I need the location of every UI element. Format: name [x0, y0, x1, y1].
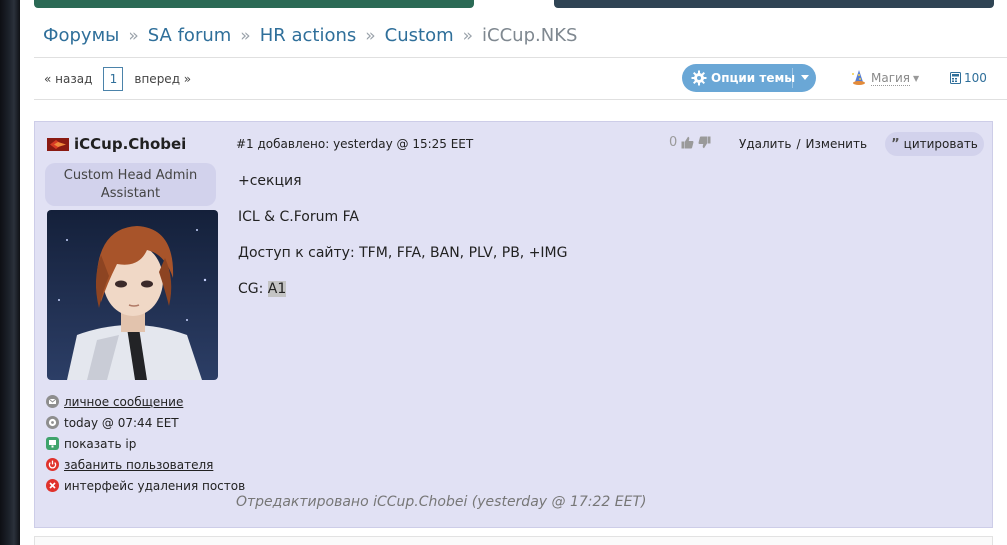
calculator-icon	[950, 72, 961, 84]
post-count[interactable]: 100	[950, 71, 987, 85]
pagination: « назад 1 вперед »	[44, 67, 191, 91]
private-message-label: личное сообщение	[64, 394, 184, 409]
top-button-slate[interactable]	[554, 0, 994, 8]
next-page-link[interactable]: вперед »	[134, 72, 191, 86]
quote-button[interactable]: ” цитировать	[885, 132, 984, 156]
ban-user-label: забанить пользователя	[64, 457, 214, 472]
post-votes: 0	[669, 135, 711, 150]
user-links: личное сообщение today @ 07:44 EET показ…	[46, 391, 245, 496]
delete-posts-link[interactable]: интерфейс удаления постов	[46, 475, 245, 496]
avatar	[47, 210, 218, 380]
ban-user-link[interactable]: забанить пользователя	[46, 454, 245, 475]
action-separator: /	[796, 137, 801, 151]
post-count-value: 100	[964, 71, 987, 85]
breadcrumb-separator: »	[462, 26, 474, 46]
button-divider	[792, 68, 793, 88]
breadcrumb-separator: »	[240, 26, 251, 46]
edit-post-link[interactable]: Изменить	[806, 137, 868, 151]
thumbs-up-icon[interactable]	[681, 136, 694, 149]
gear-icon	[691, 70, 707, 86]
post-line: +секция	[238, 173, 302, 189]
thumbs-down-icon[interactable]	[698, 136, 711, 149]
prev-page-link[interactable]: « назад	[44, 72, 92, 86]
breadcrumb-separator: »	[128, 26, 139, 46]
show-ip-label: показать ip	[64, 436, 137, 451]
post-line: Доступ к сайту: TFM, FFA, BAN, PLV, PB, …	[238, 245, 568, 261]
user-role-badge: Custom Head Admin Assistant	[45, 163, 216, 206]
private-message-link[interactable]: личное сообщение	[46, 391, 245, 412]
post-line: ICL & C.Forum FA	[238, 209, 359, 225]
breadcrumb-sa-forum[interactable]: SA forum	[148, 25, 232, 46]
page-number[interactable]: 1	[103, 67, 124, 91]
post-author: iCCup.Chobei	[47, 135, 186, 153]
breadcrumb-hr-actions[interactable]: HR actions	[260, 25, 357, 46]
post: iCCup.Chobei Custom Head Admin Assistant	[34, 121, 993, 528]
breadcrumb-custom[interactable]: Custom	[385, 25, 454, 46]
breadcrumb-forums[interactable]: Форумы	[43, 25, 119, 46]
post-line-prefix: CG:	[238, 281, 268, 297]
thread-options-label: Опции темы	[711, 71, 796, 85]
divider	[34, 57, 1007, 58]
divider	[34, 99, 1007, 100]
wizard-icon	[852, 70, 865, 85]
magic-menu[interactable]: Магия ▼	[850, 69, 919, 87]
post-line: CG: A1	[238, 279, 568, 315]
quote-icon: ”	[891, 136, 900, 152]
clock-icon	[46, 416, 59, 429]
magic-label: Магия	[871, 70, 911, 86]
next-post	[34, 536, 993, 545]
username[interactable]: iCCup.Chobei	[74, 135, 186, 153]
post-meta: #1 добавлено: yesterday @ 15:25 EET	[236, 137, 474, 151]
last-seen-label: today @ 07:44 EET	[64, 415, 179, 430]
show-ip-link[interactable]: показать ip	[46, 433, 245, 454]
star-icon: ★	[78, 0, 94, 5]
chevron-down-icon: ▼	[913, 73, 920, 83]
breadcrumb: Форумы » SA forum » HR actions » Custom » iCCup.…	[43, 25, 577, 46]
thread-options-button[interactable]: Опции темы	[682, 64, 816, 92]
post-body: +секция ICL & C.Forum FA Доступ к сайту:…	[238, 171, 568, 315]
top-button-green[interactable]: ★	[34, 0, 474, 8]
close-icon	[46, 479, 59, 492]
avatar-image	[47, 210, 218, 380]
last-seen: today @ 07:44 EET	[46, 412, 245, 433]
edited-note: Отредактировано iCCup.Chobei (yesterday …	[236, 494, 647, 510]
envelope-icon	[46, 395, 59, 408]
delete-posts-label: интерфейс удаления постов	[64, 478, 246, 493]
breadcrumb-separator: »	[365, 26, 376, 46]
delete-post-link[interactable]: Удалить	[739, 137, 792, 151]
post-actions: Удалить / Изменить	[739, 137, 867, 151]
vote-score: 0	[669, 135, 678, 150]
chevron-down-icon[interactable]	[801, 75, 809, 80]
quote-label: цитировать	[903, 137, 978, 151]
flag-icon	[47, 137, 69, 151]
background-dark-strip	[0, 0, 20, 545]
page: ★ Форумы » SA forum » HR actions » Custom » iCCu…	[20, 0, 1007, 545]
monitor-icon	[46, 437, 59, 450]
power-icon	[46, 458, 59, 471]
highlighted-text: A1	[267, 281, 287, 297]
breadcrumb-current: iCCup.NKS	[482, 25, 578, 46]
